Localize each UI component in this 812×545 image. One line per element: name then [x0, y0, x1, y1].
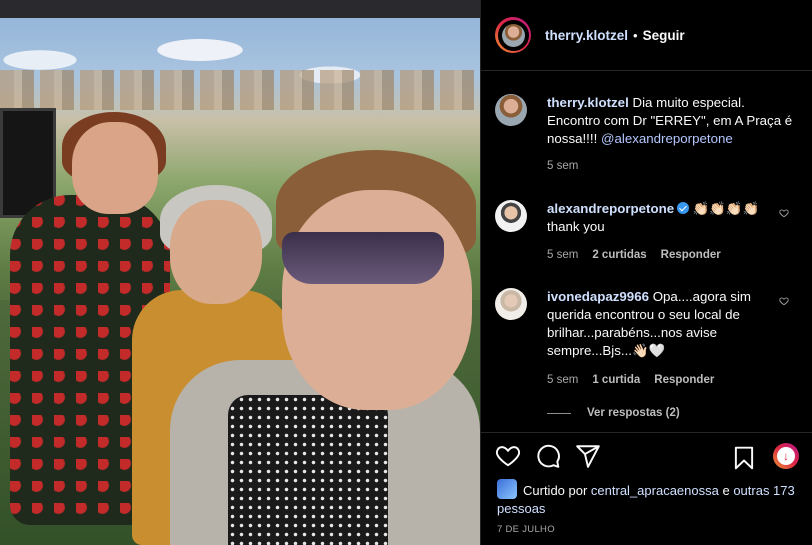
verified-badge-icon: [677, 202, 690, 214]
caption-time[interactable]: 5 sem: [547, 160, 578, 172]
comment-meta: 5 sem 1 curtida Responder: [547, 374, 795, 386]
person-right-shirt: [228, 395, 388, 545]
liker-username[interactable]: central_apracaenossa: [591, 483, 719, 498]
comment-likes[interactable]: 2 curtidas: [592, 249, 646, 261]
caption-text: therry.klotzel Dia muito especial. Encon…: [547, 94, 795, 148]
view-replies-line: [547, 412, 571, 414]
view-replies-button[interactable]: Ver respostas (2): [547, 407, 680, 419]
comment-time[interactable]: 5 sem: [547, 249, 578, 261]
post-header: therry.klotzel • Seguir: [481, 0, 812, 71]
studio-ceiling: [0, 0, 480, 18]
post-sidebar: therry.klotzel • Seguir therry.klotzel D…: [480, 0, 812, 545]
caption-username[interactable]: therry.klotzel: [547, 95, 629, 110]
commenter-avatar[interactable]: [495, 288, 527, 320]
action-icons-group: [495, 443, 601, 469]
comment-body-line2: thank you: [547, 219, 605, 234]
author-username[interactable]: therry.klotzel: [545, 28, 628, 43]
promo-icon[interactable]: ↓: [773, 443, 799, 469]
person-right-sunglasses: [282, 232, 444, 284]
person-left-face: [72, 122, 158, 214]
comment-time[interactable]: 5 sem: [547, 374, 578, 386]
post-actions: ↓ Curtido por central_apracaenossa e out…: [481, 432, 812, 545]
caption-mention[interactable]: @alexandreporpetone: [601, 131, 733, 146]
comment-username[interactable]: alexandreporpetone: [547, 201, 674, 216]
comment-icon[interactable]: [535, 443, 561, 469]
comments-list[interactable]: therry.klotzel Dia muito especial. Encon…: [481, 72, 812, 432]
likes-summary: Curtido por central_apracaenossa e outra…: [497, 479, 797, 518]
commenter-avatar[interactable]: [495, 200, 527, 232]
comment-body-line1: 👏🏻👏🏻👏🏻👏🏻: [689, 201, 760, 216]
reply-button[interactable]: Responder: [654, 374, 714, 386]
comment-like-heart-icon[interactable]: [779, 208, 789, 218]
view-replies-label: Ver respostas (2): [587, 407, 680, 419]
backdrop-skyline: [0, 70, 480, 110]
comment-item: ivonedapaz9966 Opa....agora sim querida …: [495, 288, 795, 386]
promo-arrow-icon: ↓: [777, 447, 795, 465]
author-avatar-ring[interactable]: [495, 17, 531, 53]
separator-dot: •: [633, 27, 638, 43]
comment-like-heart-icon[interactable]: [779, 296, 789, 306]
person-middle-face: [170, 200, 262, 304]
share-icon[interactable]: [575, 443, 601, 469]
caption-meta: 5 sem: [547, 160, 795, 172]
comment-text: alexandreporpetone 👏🏻👏🏻👏🏻👏🏻 thank you: [547, 200, 795, 236]
follow-button[interactable]: Seguir: [643, 28, 685, 43]
comment-likes[interactable]: 1 curtida: [592, 374, 640, 386]
heart-icon[interactable]: [495, 443, 521, 469]
author-avatar[interactable]: [497, 19, 529, 51]
post-photo[interactable]: [0, 0, 480, 545]
comment-username[interactable]: ivonedapaz9966: [547, 289, 649, 304]
comment-item: alexandreporpetone 👏🏻👏🏻👏🏻👏🏻 thank you 5 …: [495, 200, 795, 261]
person-right-face: [282, 190, 472, 410]
likes-prefix: Curtido por: [523, 483, 591, 498]
comment-text: ivonedapaz9966 Opa....agora sim querida …: [547, 288, 795, 360]
caption: therry.klotzel Dia muito especial. Encon…: [495, 94, 795, 172]
post-date[interactable]: 7 DE JULHO: [497, 524, 555, 535]
liker-avatar[interactable]: [497, 479, 517, 499]
caption-avatar[interactable]: [495, 94, 527, 126]
reply-button[interactable]: Responder: [661, 249, 721, 261]
bookmark-icon[interactable]: [731, 445, 757, 471]
likes-connector: e: [718, 483, 734, 498]
comment-meta: 5 sem 2 curtidas Responder: [547, 249, 795, 261]
